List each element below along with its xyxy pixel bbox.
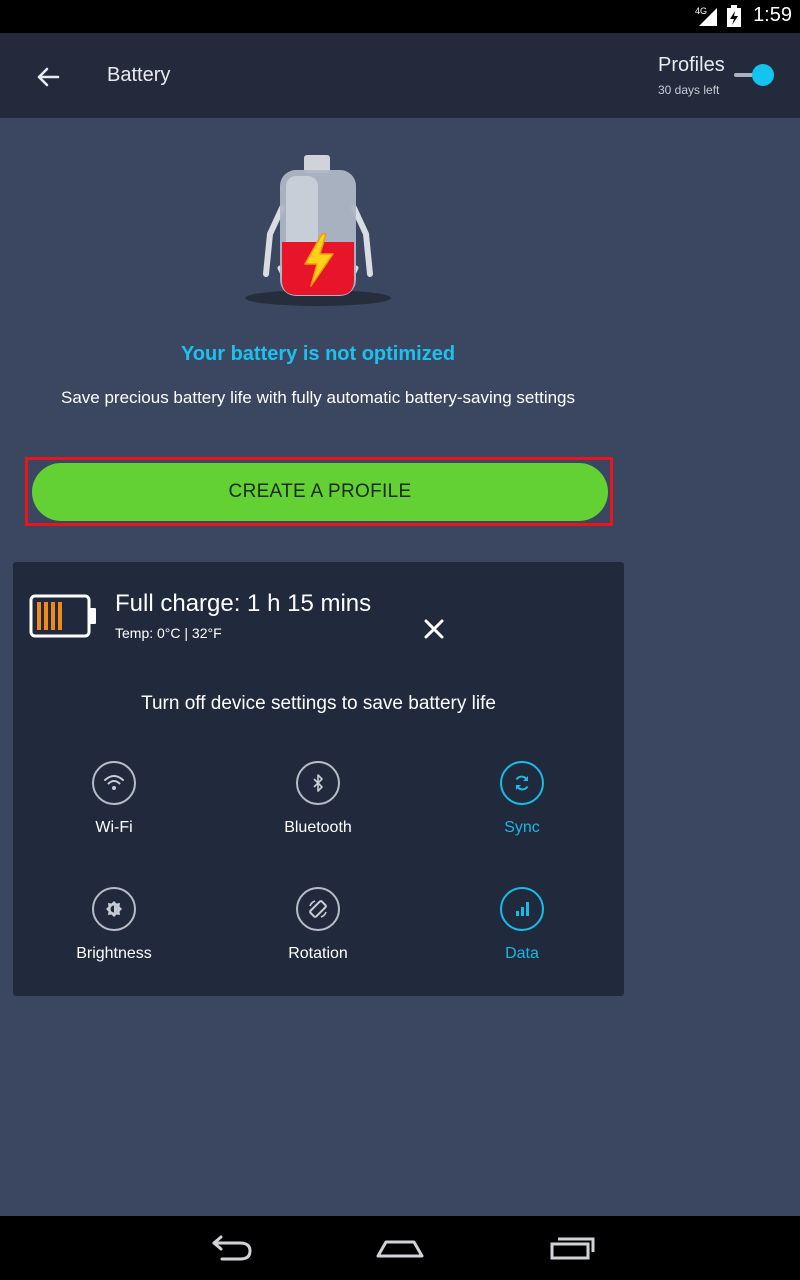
close-icon[interactable] bbox=[419, 614, 449, 644]
setting-brightness[interactable]: Brightness bbox=[34, 887, 194, 963]
brightness-icon bbox=[106, 901, 122, 917]
create-profile-highlight: CREATE A PROFILE bbox=[25, 457, 613, 526]
battery-card: Full charge: 1 h 15 mins Temp: 0°C | 32°… bbox=[13, 562, 624, 996]
page-title: Battery bbox=[107, 64, 171, 86]
battery-status-description: Save precious battery life with fully au… bbox=[60, 388, 576, 407]
setting-rotation[interactable]: Rotation bbox=[238, 887, 398, 963]
setting-label: Sync bbox=[504, 819, 540, 836]
navigation-bar bbox=[0, 1216, 800, 1280]
sync-icon bbox=[515, 775, 529, 791]
bluetooth-icon bbox=[313, 774, 323, 792]
nav-recents-button[interactable] bbox=[542, 1230, 602, 1266]
nav-home-button[interactable] bbox=[370, 1230, 430, 1266]
setting-label: Data bbox=[505, 945, 539, 962]
nav-recents-icon bbox=[550, 1237, 595, 1260]
full-charge-time: Full charge: 1 h 15 mins bbox=[115, 590, 372, 617]
back-button[interactable] bbox=[30, 59, 66, 95]
battery-charge-icon bbox=[29, 594, 96, 638]
setting-label: Rotation bbox=[288, 945, 348, 962]
wifi-icon bbox=[104, 775, 124, 790]
battery-status-icon bbox=[727, 4, 742, 27]
profiles-label: Profiles bbox=[658, 54, 725, 76]
setting-sync[interactable]: Sync bbox=[442, 761, 602, 837]
card-subtitle: Turn off device settings to save battery… bbox=[141, 693, 496, 714]
status-bar: 4G 1:59 bbox=[0, 0, 800, 33]
toggle-thumb bbox=[752, 64, 774, 86]
setting-label: Brightness bbox=[76, 945, 152, 962]
nav-home-icon bbox=[376, 1240, 424, 1258]
nav-back-button[interactable] bbox=[200, 1230, 260, 1266]
profiles-days-left: 30 days left bbox=[658, 83, 720, 97]
rotation-icon bbox=[309, 900, 327, 918]
data-icon bbox=[516, 902, 529, 916]
profiles-toggle[interactable] bbox=[734, 63, 778, 89]
setting-label: Wi-Fi bbox=[95, 819, 133, 836]
svg-text:4G: 4G bbox=[695, 6, 707, 16]
setting-data[interactable]: Data bbox=[442, 887, 602, 963]
battery-mascot-icon bbox=[245, 155, 391, 306]
arrow-left-icon bbox=[37, 67, 60, 87]
battery-status-headline: Your battery is not optimized bbox=[180, 343, 456, 365]
app-bar: Battery Profiles 30 days left bbox=[0, 33, 800, 118]
signal-icon: 4G bbox=[695, 6, 718, 26]
setting-bluetooth[interactable]: Bluetooth bbox=[238, 761, 398, 837]
nav-back-icon bbox=[212, 1235, 252, 1261]
setting-label: Bluetooth bbox=[284, 819, 352, 836]
status-time: 1:59 bbox=[753, 4, 792, 26]
create-profile-button[interactable]: CREATE A PROFILE bbox=[32, 463, 608, 521]
setting-wifi[interactable]: Wi-Fi bbox=[34, 761, 194, 837]
temperature: Temp: 0°C | 32°F bbox=[115, 625, 222, 641]
